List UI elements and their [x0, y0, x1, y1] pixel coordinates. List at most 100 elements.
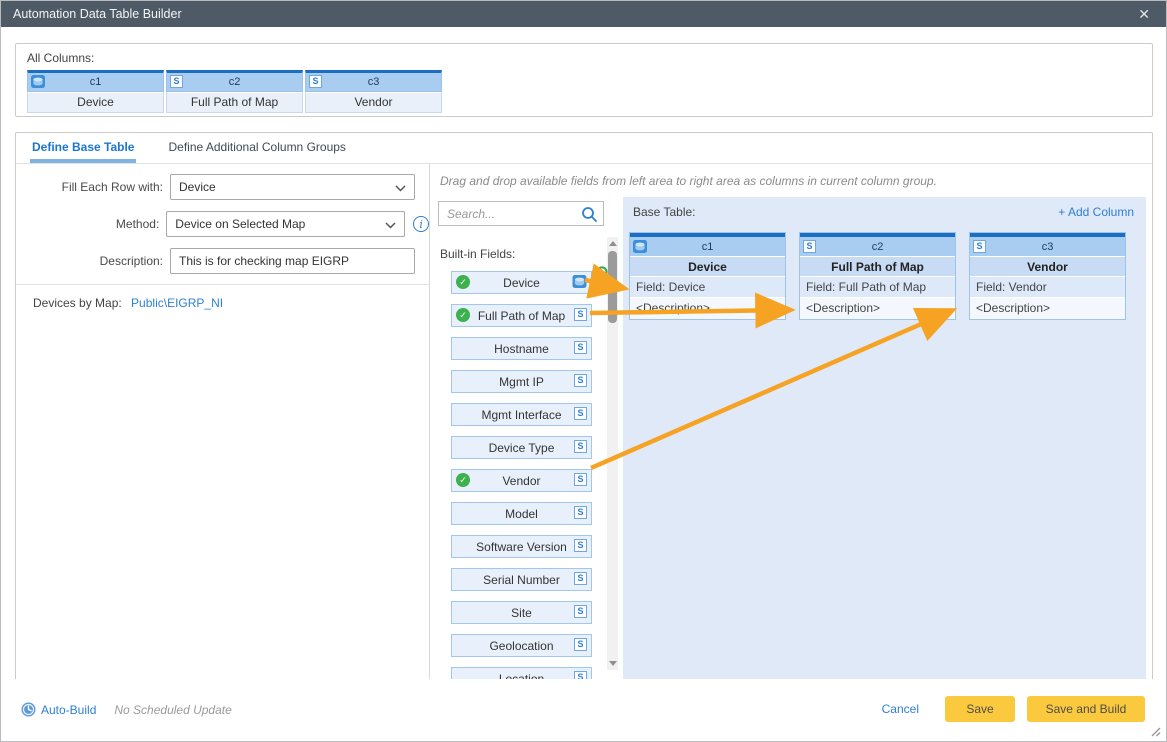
field-label: Serial Number	[483, 573, 560, 587]
cancel-button[interactable]: Cancel	[882, 702, 919, 716]
resize-grip[interactable]	[1150, 726, 1161, 737]
all-columns-col-c1: c1 Device	[27, 70, 164, 113]
field-label: Mgmt Interface	[481, 408, 561, 422]
built-in-fields-label: Built-in Fields:	[440, 247, 515, 261]
built-in-fields-list: ✓ Device ✓ Full Path of Map S Hostname S	[451, 271, 592, 680]
info-icon[interactable]: i	[413, 216, 429, 232]
base-table-area: Base Table: + Add Column c1 Device Field…	[623, 197, 1146, 679]
all-columns-col-c2: S c2 Full Path of Map	[166, 70, 303, 113]
column-card-c3[interactable]: S c3 Vendor Field: Vendor <Description>	[969, 232, 1126, 320]
devices-by-map-link[interactable]: Public\EIGRP_NI	[131, 296, 223, 310]
field-software-version[interactable]: Software Version S	[451, 535, 592, 558]
main-content: Fill Each Row with: Device Method: Devic…	[16, 164, 1152, 680]
description-input[interactable]	[170, 248, 415, 274]
column-name: Device	[27, 92, 164, 113]
column-name: Vendor	[970, 257, 1125, 277]
column-description[interactable]: <Description>	[800, 298, 955, 319]
string-field-icon: S	[574, 638, 587, 651]
field-mgmt-ip[interactable]: Mgmt IP S	[451, 370, 592, 393]
scrollbar-thumb[interactable]	[608, 251, 617, 323]
fill-each-row-label: Fill Each Row with:	[16, 180, 163, 194]
field-vendor[interactable]: ✓ Vendor S	[451, 469, 592, 492]
all-columns-col-c3: S c3 Vendor	[305, 70, 442, 113]
fields-scrollbar[interactable]	[607, 237, 618, 670]
column-card-c2[interactable]: S c2 Full Path of Map Field: Full Path o…	[799, 232, 956, 320]
footer: Auto-Build No Scheduled Update Cancel Sa…	[1, 679, 1166, 741]
column-description[interactable]: <Description>	[630, 298, 785, 319]
field-device-type[interactable]: Device Type S	[451, 436, 592, 459]
column-name: Full Path of Map	[166, 92, 303, 113]
field-label: Device Type	[489, 441, 555, 455]
titlebar: Automation Data Table Builder ✕	[1, 1, 1166, 27]
column-field: Field: Device	[630, 277, 785, 298]
scroll-up-icon[interactable]	[609, 241, 617, 246]
base-table-columns: c1 Device Field: Device <Description> S …	[623, 232, 1146, 320]
field-label: Mgmt IP	[499, 375, 544, 389]
device-icon	[31, 75, 45, 94]
field-label: Full Path of Map	[478, 309, 565, 323]
string-field-icon: S	[574, 539, 587, 552]
method-value: Device on Selected Map	[175, 217, 305, 231]
save-and-build-button[interactable]: Save and Build	[1027, 696, 1145, 722]
tab-define-base-table[interactable]: Define Base Table	[30, 133, 136, 163]
string-field-icon: S	[803, 240, 816, 253]
string-field-icon: S	[574, 341, 587, 354]
all-columns-label: All Columns:	[27, 51, 94, 65]
device-icon	[633, 240, 647, 260]
string-field-icon: S	[309, 75, 322, 88]
fill-each-row-select[interactable]: Device	[170, 174, 415, 200]
add-column-button[interactable]: + Add Column	[1058, 205, 1134, 219]
save-button[interactable]: Save	[945, 696, 1015, 722]
field-label: Device	[503, 276, 540, 290]
device-icon	[572, 275, 587, 291]
tab-define-additional-column-groups[interactable]: Define Additional Column Groups	[166, 133, 347, 163]
base-table-label: Base Table:	[633, 205, 696, 219]
string-field-icon: S	[574, 407, 587, 420]
auto-build-button[interactable]: Auto-Build	[41, 703, 96, 717]
check-icon: ✓	[456, 308, 470, 322]
field-mgmt-interface[interactable]: Mgmt Interface S	[451, 403, 592, 426]
devices-by-map-label: Devices by Map:	[33, 296, 122, 310]
close-icon[interactable]: ✕	[1134, 1, 1154, 27]
drag-drop-hint: Drag and drop available fields from left…	[440, 174, 937, 188]
field-label: Site	[511, 606, 532, 620]
string-field-icon: S	[574, 605, 587, 618]
column-name: Vendor	[305, 92, 442, 113]
tabbar: Define Base Table Define Additional Colu…	[16, 133, 1152, 164]
field-geolocation[interactable]: Geolocation S	[451, 634, 592, 657]
field-full-path-of-map[interactable]: ✓ Full Path of Map S	[451, 304, 592, 327]
method-label: Method:	[16, 217, 159, 231]
field-serial-number[interactable]: Serial Number S	[451, 568, 592, 591]
dialog-title: Automation Data Table Builder	[13, 7, 182, 21]
field-model[interactable]: Model S	[451, 502, 592, 525]
right-panel: Drag and drop available fields from left…	[430, 164, 1152, 680]
description-label: Description:	[16, 254, 163, 268]
column-field: Field: Vendor	[970, 277, 1125, 298]
column-description[interactable]: <Description>	[970, 298, 1125, 319]
column-id: c2	[229, 76, 241, 88]
string-field-icon: S	[574, 506, 587, 519]
search-icon	[581, 206, 598, 223]
scroll-down-icon[interactable]	[609, 661, 617, 666]
string-field-icon: S	[574, 473, 587, 486]
method-select[interactable]: Device on Selected Map	[166, 211, 405, 237]
column-id: c1	[90, 76, 102, 88]
chevron-down-icon	[395, 185, 406, 192]
all-columns-section: All Columns: c1 Device S c2 Full Path of…	[15, 43, 1153, 117]
column-id: c3	[1042, 241, 1054, 253]
field-site[interactable]: Site S	[451, 601, 592, 624]
automation-data-table-builder-dialog: Automation Data Table Builder ✕ All Colu…	[0, 0, 1167, 742]
string-field-icon: S	[574, 374, 587, 387]
column-id: c2	[872, 241, 884, 253]
main-section: Define Base Table Define Additional Colu…	[15, 132, 1153, 681]
left-form-panel: Fill Each Row with: Device Method: Devic…	[16, 164, 430, 680]
column-card-c1[interactable]: c1 Device Field: Device <Description>	[629, 232, 786, 320]
divider	[16, 284, 429, 285]
preview-magnifier-icon[interactable]	[589, 265, 610, 286]
search-input[interactable]	[439, 202, 603, 225]
field-device[interactable]: ✓ Device	[451, 271, 592, 294]
column-id: c3	[368, 76, 380, 88]
search-box	[438, 201, 604, 226]
field-hostname[interactable]: Hostname S	[451, 337, 592, 360]
fill-each-row-value: Device	[179, 180, 216, 194]
